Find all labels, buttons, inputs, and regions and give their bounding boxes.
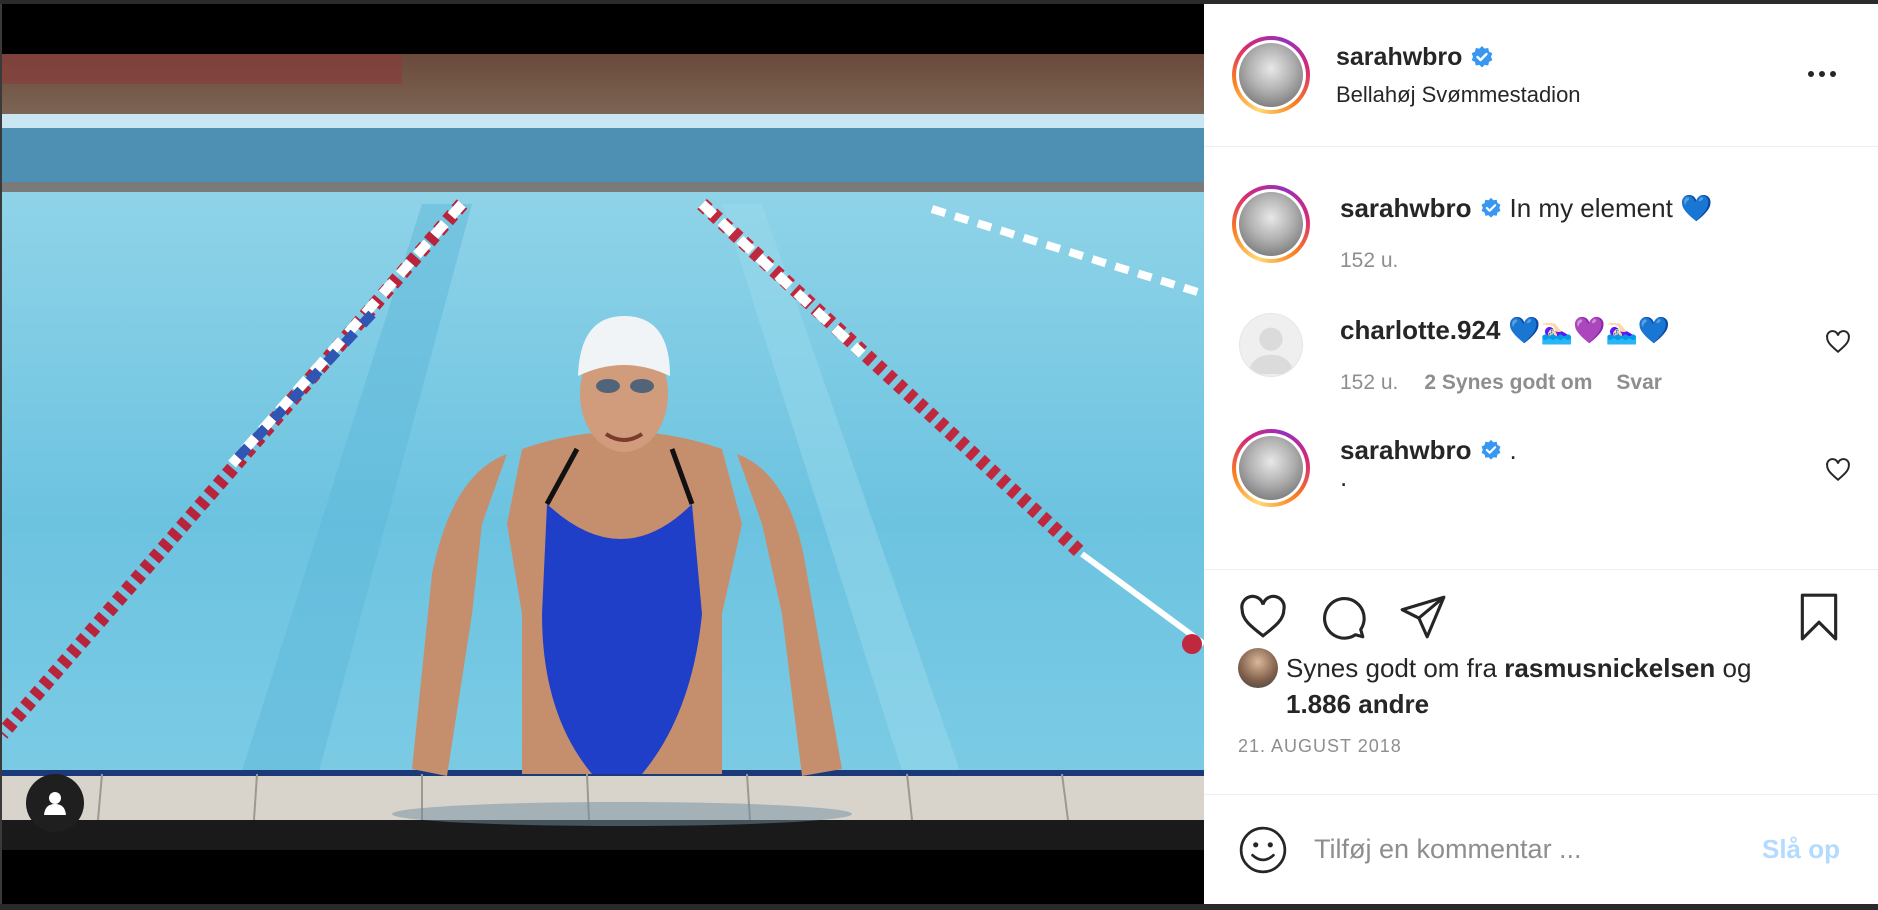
- post-comment-button[interactable]: Slå op: [1762, 834, 1840, 865]
- comment-username[interactable]: charlotte.924: [1340, 315, 1500, 345]
- likes-summary: Synes godt om fra rasmusnickelsen og 1.8…: [1204, 648, 1878, 722]
- backdrop: [0, 904, 1878, 910]
- post-media: [2, 4, 1204, 904]
- comment-username[interactable]: sarahwbro: [1340, 435, 1472, 465]
- comment-item: charlotte.924 💙🏊🏻‍♀️💜🏊🏻‍♀️💙 152 u. 2 Syn…: [1232, 313, 1878, 395]
- verified-badge-icon: [1472, 46, 1493, 68]
- post-date[interactable]: 21. AUGUST 2018: [1204, 736, 1878, 776]
- caption: sarahwbro In my element 💙 152 u.: [1232, 185, 1878, 273]
- profile-photo: [1239, 192, 1303, 256]
- pool-photo: [2, 54, 1204, 850]
- comment-likes-count[interactable]: 2 Synes godt om: [1424, 371, 1592, 395]
- action-bar: [1204, 570, 1878, 650]
- add-comment-bar: Slå op: [1204, 794, 1878, 904]
- post-location[interactable]: Bellahøj Svømmestadion: [1336, 82, 1581, 108]
- reply-button[interactable]: Svar: [1616, 371, 1662, 395]
- liker-username[interactable]: rasmusnickelsen: [1504, 653, 1715, 683]
- comment-text: .: [1509, 435, 1517, 465]
- comment-bubble-icon[interactable]: [1318, 592, 1368, 642]
- like-comment-heart-icon[interactable]: [1824, 329, 1852, 355]
- like-heart-icon[interactable]: [1238, 592, 1288, 642]
- comment-username[interactable]: sarahwbro: [1340, 193, 1472, 223]
- share-paper-plane-icon[interactable]: [1398, 592, 1448, 642]
- comment-text-line2: .: [1340, 462, 1348, 492]
- emoji-picker-icon[interactable]: [1238, 825, 1288, 875]
- profile-avatar[interactable]: [1232, 429, 1310, 507]
- post-modal: sarahwbro Bellahøj Svømmestadion sarahwb…: [2, 4, 1878, 904]
- user-icon: [44, 792, 66, 815]
- default-avatar[interactable]: [1239, 313, 1303, 377]
- profile-avatar[interactable]: [1232, 185, 1310, 263]
- save-bookmark-icon[interactable]: [1794, 592, 1844, 642]
- verified-badge-icon: [1481, 439, 1500, 460]
- comment-time[interactable]: 152 u.: [1340, 371, 1398, 395]
- more-options-icon[interactable]: [1802, 62, 1842, 86]
- comments-list: sarahwbro In my element 💙 152 u. charlot…: [1204, 147, 1878, 570]
- liker-avatar[interactable]: [1238, 648, 1278, 688]
- comment-item: sarahwbro . .: [1232, 429, 1878, 507]
- profile-photo: [1239, 43, 1303, 107]
- post-side-panel: sarahwbro Bellahøj Svømmestadion sarahwb…: [1204, 4, 1878, 904]
- tagged-users-button[interactable]: [26, 774, 84, 832]
- post-photo[interactable]: [2, 54, 1204, 854]
- comment-input[interactable]: [1314, 834, 1734, 865]
- profile-avatar[interactable]: [1232, 36, 1310, 114]
- comment-time[interactable]: 152 u.: [1340, 249, 1398, 273]
- likes-connector: og: [1722, 653, 1752, 683]
- verified-badge-icon: [1481, 197, 1500, 218]
- likes-others-count[interactable]: 1.886 andre: [1286, 689, 1429, 719]
- comment-text: 💙🏊🏻‍♀️💜🏊🏻‍♀️💙: [1508, 315, 1671, 345]
- profile-photo: [1239, 436, 1303, 500]
- comment-text: In my element 💙: [1509, 193, 1713, 223]
- default-user-icon: [1247, 327, 1295, 375]
- post-header: sarahwbro Bellahøj Svømmestadion: [1204, 4, 1878, 147]
- likes-prefix: Synes godt om fra: [1286, 653, 1497, 683]
- like-comment-heart-icon[interactable]: [1824, 457, 1852, 483]
- post-username[interactable]: sarahwbro: [1336, 43, 1462, 72]
